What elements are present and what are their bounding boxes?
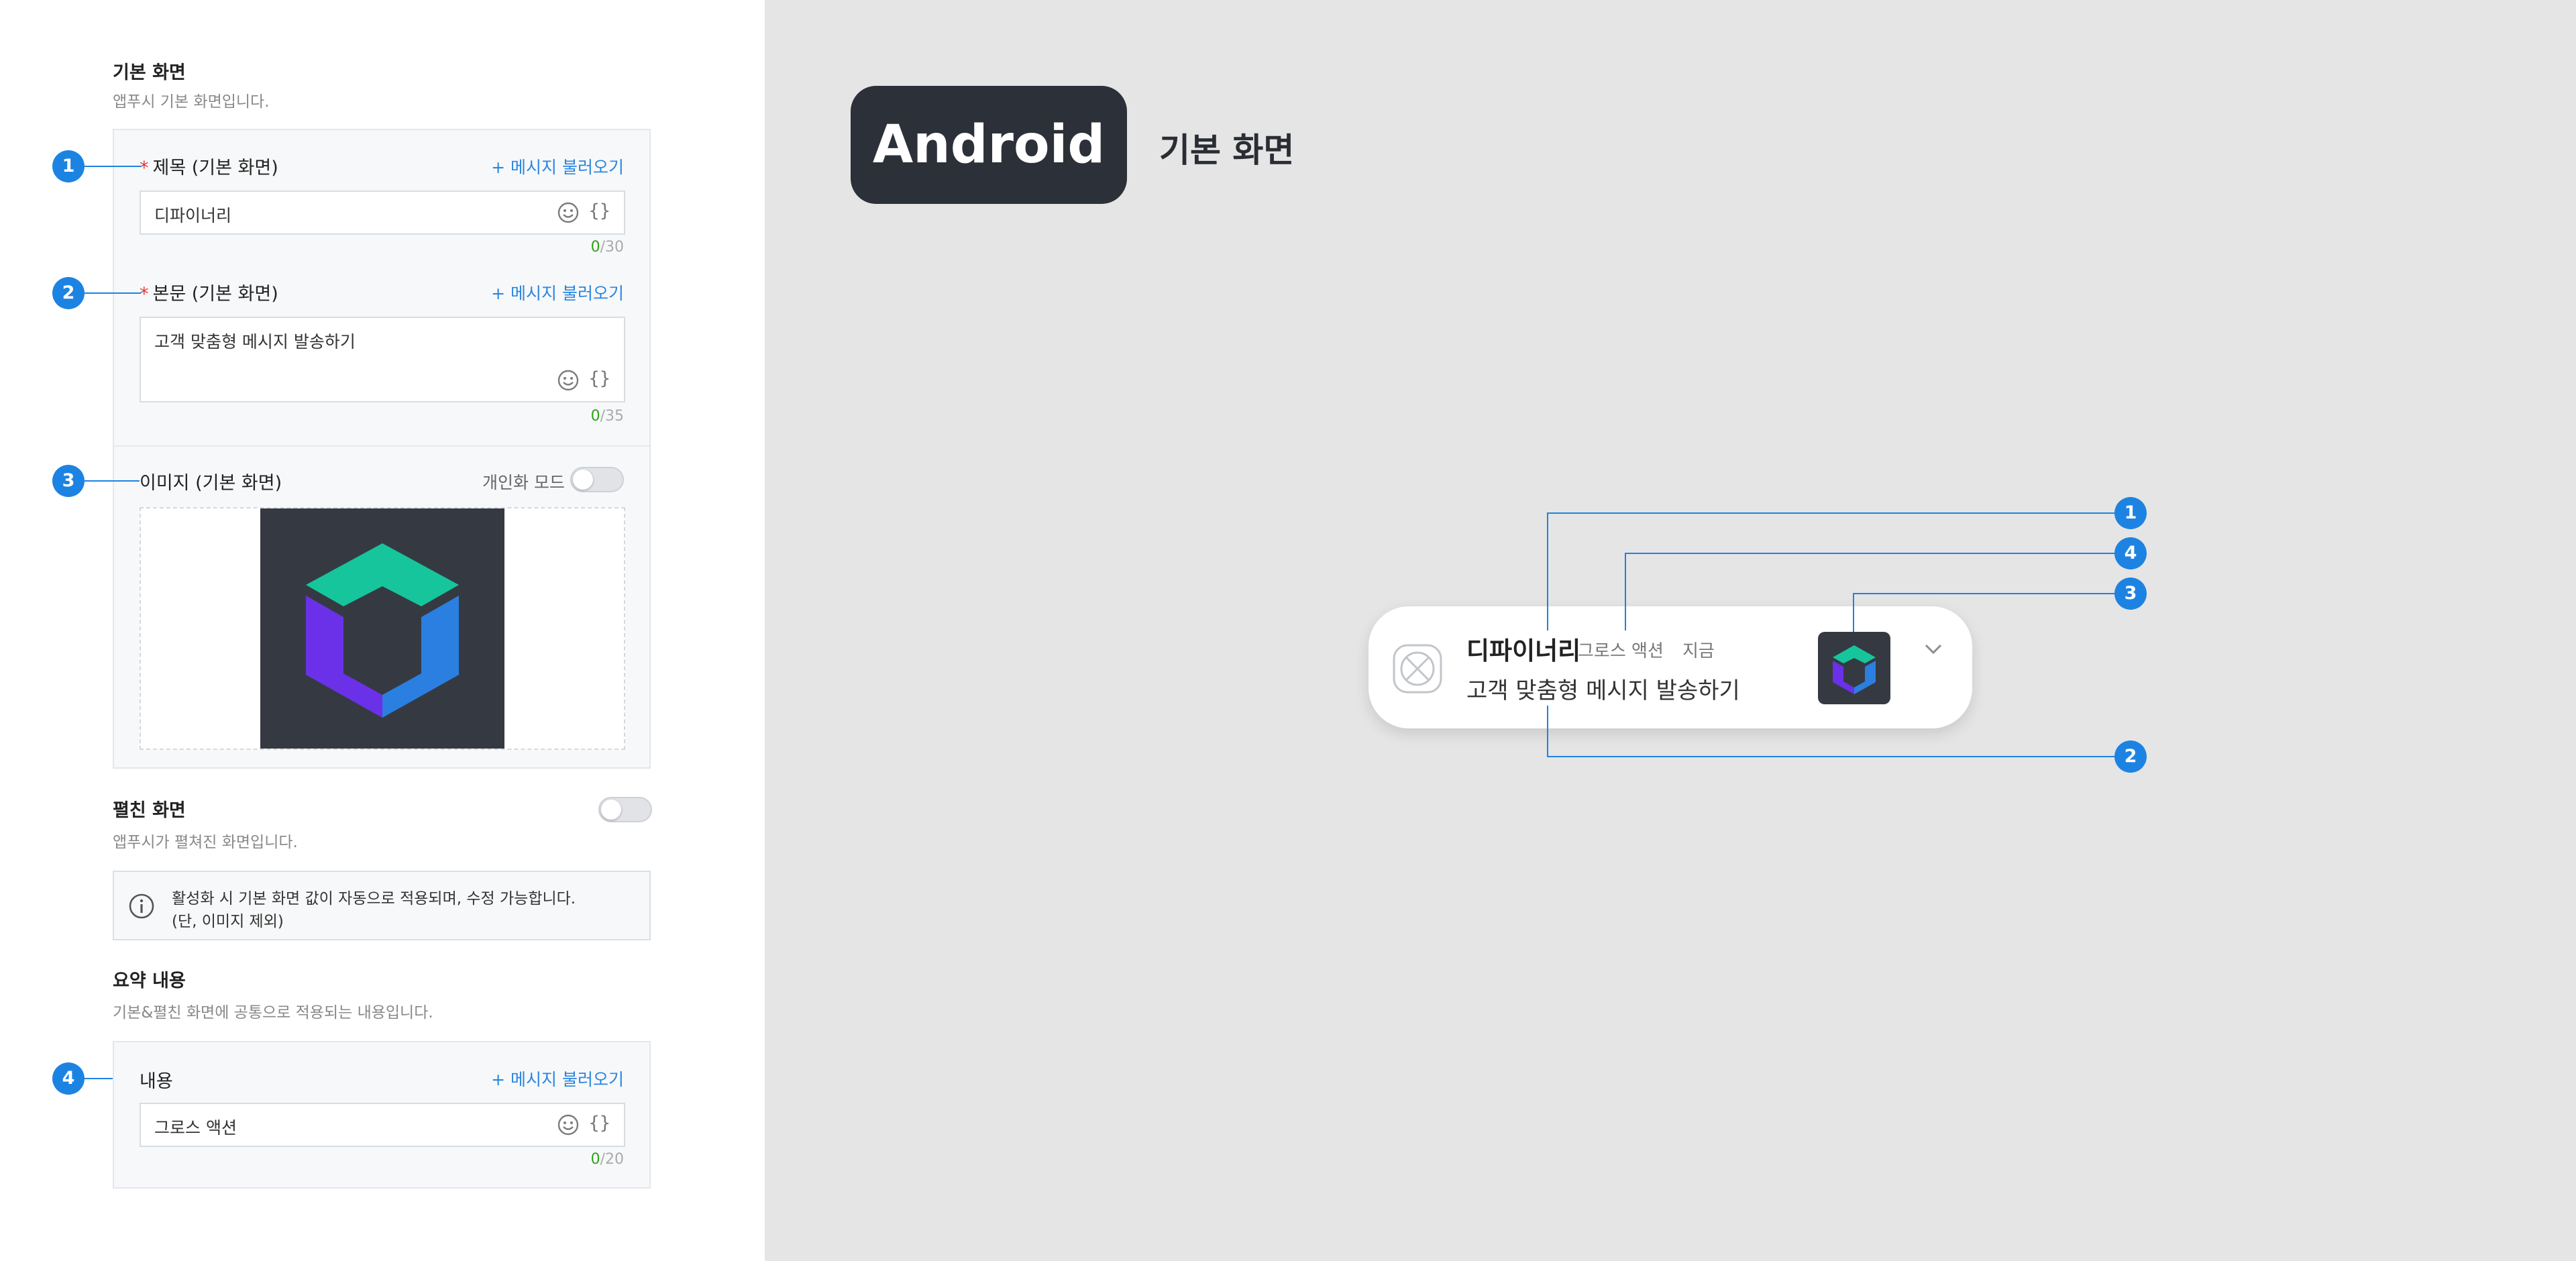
title-load-message-button[interactable]: + 메시지 불러오기 — [491, 154, 624, 178]
basic-screen-title: 기본 화면 — [113, 62, 186, 83]
info-text-line2: (단, 이미지 제외) — [172, 913, 284, 930]
expanded-screen-title: 펼친 화면 — [113, 800, 186, 821]
callout-marker-4: 4 — [2114, 537, 2147, 569]
expanded-screen-desc: 앱푸시가 펼쳐진 화면입니다. — [113, 834, 298, 851]
image-field-label: 이미지 (기본 화면) — [140, 473, 282, 494]
personalize-mode-toggle[interactable] — [570, 467, 624, 492]
preview-screen-label: 기본 화면 — [1159, 131, 1295, 170]
logo-icon — [1833, 645, 1876, 694]
image-upload-area[interactable] — [140, 507, 625, 750]
marker-3-line — [85, 480, 140, 482]
content-input-value: 그로스 액션 — [154, 1118, 237, 1138]
callout-2-vertical — [1547, 706, 1548, 757]
smile-icon[interactable] — [557, 201, 580, 224]
marker-2: 2 — [52, 277, 85, 309]
personalize-mode-label: 개인화 모드 — [482, 473, 565, 492]
title-char-counter: 0/30 — [590, 239, 624, 256]
summary-title: 요약 내용 — [113, 971, 186, 991]
marker-1-line — [85, 166, 141, 167]
settings-panel: 기본 화면 앱푸시 기본 화면입니다. * 제목 (기본 화면) + 메시지 불러… — [0, 0, 765, 1261]
basic-screen-desc: 앱푸시 기본 화면입니다. — [113, 93, 270, 111]
smile-icon[interactable] — [557, 369, 580, 392]
callout-4-vertical — [1625, 553, 1626, 630]
basic-screen-card: * 제목 (기본 화면) + 메시지 불러오기 디파이너리 {} 0/30 * 본문… — [113, 129, 651, 769]
summary-desc: 기본&펼친 화면에 공통으로 적용되는 내용입니다. — [113, 1004, 433, 1022]
smile-icon[interactable] — [557, 1113, 580, 1136]
broken-image-icon — [1393, 644, 1442, 694]
marker-4: 4 — [52, 1062, 85, 1095]
notification-thumbnail — [1818, 632, 1890, 704]
logo-icon — [306, 543, 459, 718]
body-char-counter: 0/35 — [590, 408, 624, 425]
notification-preview: 디파이너리 그로스 액션 지금 고객 맞춤형 메시지 발송하기 — [1368, 606, 1972, 728]
content-field-label: 내용 — [140, 1071, 173, 1092]
body-load-message-button[interactable]: + 메시지 불러오기 — [491, 280, 624, 305]
variable-icon[interactable]: {} — [588, 368, 610, 389]
marker-2-line — [85, 292, 141, 294]
marker-1: 1 — [52, 150, 85, 182]
body-field-label: * 본문 (기본 화면) — [140, 284, 278, 305]
notification-body: 고객 맞춤형 메시지 발송하기 — [1466, 677, 1740, 704]
callout-marker-1: 1 — [2114, 497, 2147, 529]
content-char-counter: 0/20 — [590, 1151, 624, 1168]
callout-marker-3: 3 — [2114, 578, 2147, 610]
required-mark: * — [140, 158, 149, 178]
callout-1-horizontal — [1547, 512, 2131, 514]
chevron-down-icon[interactable] — [1923, 641, 1944, 657]
body-textarea-value: 고객 맞춤형 메시지 발송하기 — [154, 332, 356, 351]
title-input[interactable]: 디파이너리 {} — [140, 190, 625, 235]
callout-marker-2: 2 — [2114, 741, 2147, 773]
content-load-message-button[interactable]: + 메시지 불러오기 — [491, 1066, 624, 1091]
body-textarea[interactable]: 고객 맞춤형 메시지 발송하기 {} — [140, 317, 625, 402]
required-mark: * — [140, 284, 149, 305]
title-input-value: 디파이너리 — [154, 206, 232, 225]
marker-3: 3 — [52, 465, 85, 497]
callout-2-horizontal — [1547, 756, 2131, 757]
title-field-label: * 제목 (기본 화면) — [140, 158, 278, 178]
expanded-info-box: 활성화 시 기본 화면 값이 자동으로 적용되며, 수정 가능합니다. (단, … — [113, 871, 651, 940]
card-divider — [114, 445, 649, 447]
callout-1-vertical — [1547, 512, 1548, 630]
callout-4-horizontal — [1625, 553, 2131, 554]
notification-sender: 그로스 액션 — [1578, 641, 1664, 661]
notification-app-title: 디파이너리 — [1466, 637, 1581, 665]
expanded-screen-toggle[interactable] — [598, 797, 652, 822]
variable-icon[interactable]: {} — [588, 201, 610, 221]
content-input[interactable]: 그로스 액션 {} — [140, 1103, 625, 1147]
callout-3-horizontal — [1853, 593, 2131, 594]
platform-badge: Android — [851, 86, 1127, 204]
info-text-line1: 활성화 시 기본 화면 값이 자동으로 적용되며, 수정 가능합니다. — [172, 890, 576, 908]
variable-icon[interactable]: {} — [588, 1113, 610, 1134]
summary-card: 내용 + 메시지 불러오기 그로스 액션 {} 0/20 — [113, 1041, 651, 1189]
info-icon — [129, 893, 154, 919]
uploaded-image — [260, 508, 504, 749]
callout-3-vertical — [1853, 593, 1854, 632]
preview-panel: Android 기본 화면 디파이너리 그로스 액션 지금 고객 맞춤형 메시지… — [765, 0, 2576, 1261]
notification-time: 지금 — [1682, 641, 1715, 661]
